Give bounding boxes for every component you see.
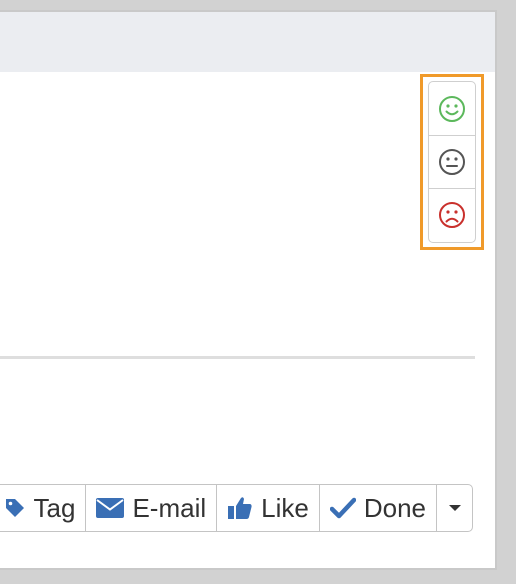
- content-divider: [0, 356, 475, 359]
- frown-icon: [439, 202, 465, 228]
- neutral-face-icon: [439, 149, 465, 175]
- action-toolbar: Tag E-mail Like Done: [0, 484, 473, 532]
- smile-icon: [439, 95, 465, 122]
- panel-header: [0, 12, 495, 72]
- email-button[interactable]: E-mail: [85, 485, 216, 531]
- like-button[interactable]: Like: [216, 485, 319, 531]
- done-button[interactable]: Done: [318, 485, 436, 531]
- check-icon: [329, 497, 356, 519]
- feedback-button-group: [428, 81, 476, 243]
- caret-down-icon: [448, 505, 461, 511]
- like-label: Like: [261, 492, 309, 523]
- tag-label: Tag: [33, 492, 76, 523]
- tag-button[interactable]: Tag: [0, 485, 85, 531]
- neutral-feedback-button[interactable]: [429, 135, 475, 188]
- negative-feedback-button[interactable]: [429, 188, 475, 241]
- thumbs-up-icon: [228, 497, 252, 519]
- envelope-icon: [96, 498, 125, 518]
- more-actions-dropdown[interactable]: [436, 485, 472, 531]
- positive-feedback-button[interactable]: [429, 82, 475, 135]
- done-label: Done: [363, 492, 426, 523]
- email-label: E-mail: [132, 492, 207, 523]
- tag-icon: [5, 499, 24, 517]
